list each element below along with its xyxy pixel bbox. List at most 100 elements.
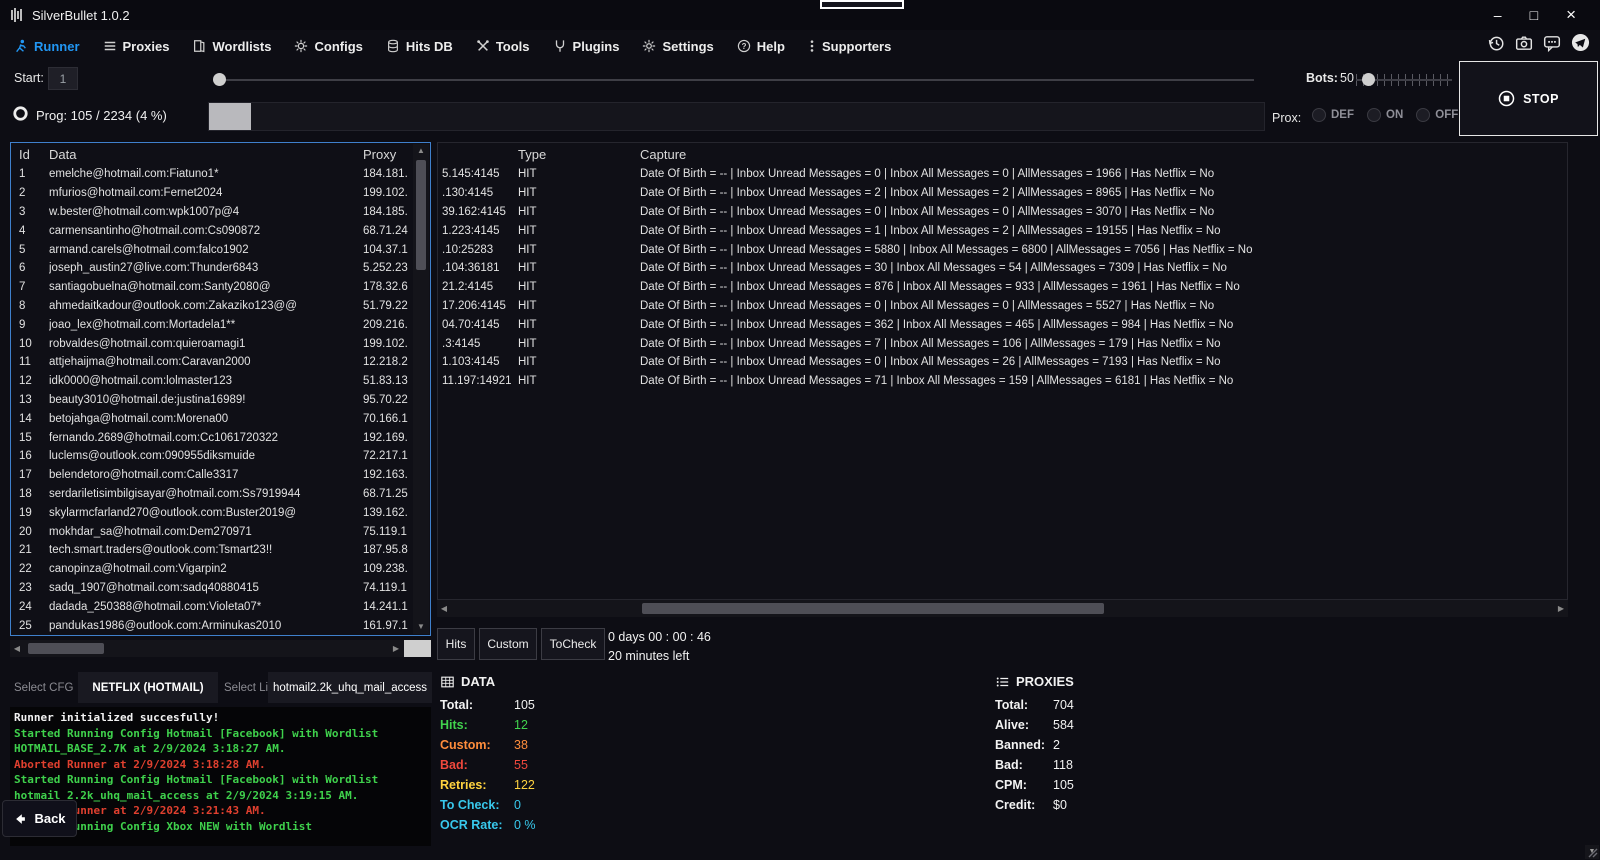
telegram-button[interactable] bbox=[1571, 33, 1590, 52]
resize-grip[interactable] bbox=[1586, 846, 1598, 858]
table-row[interactable]: 18serdariletisimbilgisayar@hotmail.com:S… bbox=[11, 485, 413, 504]
nav-help[interactable]: ? Help bbox=[737, 39, 785, 54]
cell-proxy-tail: 1.223:4145 bbox=[438, 225, 518, 237]
prox-def-toggle[interactable]: DEF bbox=[1312, 108, 1354, 122]
table-row[interactable]: 25pandukas1986@outlook.com:Arminukas2010… bbox=[11, 616, 413, 635]
position-slider[interactable] bbox=[216, 79, 1254, 81]
chat-button[interactable] bbox=[1543, 34, 1561, 52]
table-row[interactable]: 16luclems@outlook.com:090955diksmuide72.… bbox=[11, 447, 413, 466]
position-slider-thumb[interactable] bbox=[213, 73, 226, 86]
hits-tab[interactable]: Hits bbox=[437, 628, 475, 660]
overlay-artifact bbox=[820, 0, 904, 9]
scroll-left-icon[interactable]: ◀ bbox=[10, 640, 24, 657]
table-row[interactable]: .104:36181HITDate Of Birth = -- | Inbox … bbox=[438, 259, 1567, 278]
progress-label: Prog: 105 / 2234 (4 %) bbox=[36, 108, 167, 123]
table-row[interactable]: .10:25283HITDate Of Birth = -- | Inbox U… bbox=[438, 240, 1567, 259]
cell-capture: Date Of Birth = -- | Inbox Unread Messag… bbox=[640, 206, 1567, 218]
table-row[interactable]: 10robvaldes@hotmail.com:quieroamagi1199.… bbox=[11, 334, 413, 353]
table-row[interactable]: 13beauty3010@hotmail.de:justina16989!95.… bbox=[11, 391, 413, 410]
nav-hitsdb[interactable]: Hits DB bbox=[386, 39, 453, 54]
prox-toggle-group: DEF ON OFF bbox=[1312, 108, 1458, 122]
table-row[interactable]: 5.145:4145HITDate Of Birth = -- | Inbox … bbox=[438, 165, 1567, 184]
back-button[interactable]: Back bbox=[2, 800, 77, 837]
results-table-hscrollbar[interactable]: ◀ ▶ bbox=[437, 600, 1568, 617]
config-selector[interactable]: NETFLIX (HOTMAIL) bbox=[78, 672, 218, 703]
scroll-left-icon[interactable]: ◀ bbox=[437, 600, 451, 617]
combo-table-body: 1emelche@hotmail.com:Fiatuno1*184.181.2m… bbox=[11, 165, 413, 635]
history-button[interactable] bbox=[1487, 34, 1505, 52]
table-row[interactable]: 24dadada_250388@hotmail.com:Violeta07*14… bbox=[11, 597, 413, 616]
prox-off-toggle[interactable]: OFF bbox=[1416, 108, 1458, 122]
combo-table-hscrollbar[interactable]: ◀ ▶ bbox=[10, 640, 431, 657]
nav-runner[interactable]: Runner bbox=[14, 39, 80, 54]
prox-on-toggle[interactable]: ON bbox=[1367, 108, 1403, 122]
vscroll-thumb[interactable] bbox=[416, 160, 426, 270]
table-row[interactable]: 5armand.carels@hotmail.com:falco1902104.… bbox=[11, 240, 413, 259]
table-row[interactable]: 11.197:14921HITDate Of Birth = -- | Inbo… bbox=[438, 372, 1567, 391]
custom-tab[interactable]: Custom bbox=[479, 628, 537, 660]
table-row[interactable]: 1emelche@hotmail.com:Fiatuno1*184.181. bbox=[11, 165, 413, 184]
cell-id: 25 bbox=[11, 620, 49, 632]
minimize-button[interactable]: – bbox=[1494, 7, 1502, 23]
table-row[interactable]: 15fernando.2689@hotmail.com:Cc1061720322… bbox=[11, 428, 413, 447]
table-row[interactable]: 20mokhdar_sa@hotmail.com:Dem27097175.119… bbox=[11, 522, 413, 541]
table-row[interactable]: 19skylarmcfarland270@outlook.com:Buster2… bbox=[11, 503, 413, 522]
table-row[interactable]: 04.70:4145HITDate Of Birth = -- | Inbox … bbox=[438, 315, 1567, 334]
col-header-capture: Capture bbox=[640, 147, 1567, 162]
cell-proxy: 209.216. bbox=[363, 319, 413, 331]
nav-tools[interactable]: Tools bbox=[476, 39, 530, 54]
cell-capture: Date Of Birth = -- | Inbox Unread Messag… bbox=[640, 319, 1567, 331]
table-row[interactable]: 11attjehaijma@hotmail.com:Caravan200012.… bbox=[11, 353, 413, 372]
nav-supporters[interactable]: Supporters bbox=[808, 39, 891, 54]
table-row[interactable]: .130:4145HITDate Of Birth = -- | Inbox U… bbox=[438, 184, 1567, 203]
nav-proxies[interactable]: Proxies bbox=[103, 39, 170, 54]
scroll-right-icon[interactable]: ▶ bbox=[1554, 600, 1568, 617]
table-row[interactable]: .3:4145HITDate Of Birth = -- | Inbox Unr… bbox=[438, 334, 1567, 353]
table-row[interactable]: 17.206:4145HITDate Of Birth = -- | Inbox… bbox=[438, 297, 1567, 316]
nav-plugins-label: Plugins bbox=[573, 39, 620, 54]
table-row[interactable]: 1.103:4145HITDate Of Birth = -- | Inbox … bbox=[438, 353, 1567, 372]
start-input[interactable] bbox=[48, 67, 78, 90]
nav-plugins[interactable]: Plugins bbox=[553, 39, 620, 54]
back-arrow-icon bbox=[13, 812, 28, 826]
cell-proxy: 192.169. bbox=[363, 432, 413, 444]
table-row[interactable]: 2mfurios@hotmail.com:Fernet2024199.102. bbox=[11, 184, 413, 203]
stat-value: 704 bbox=[1053, 698, 1074, 712]
table-row[interactable]: 21.2:4145HITDate Of Birth = -- | Inbox U… bbox=[438, 278, 1567, 297]
table-row[interactable]: 21tech.smart.traders@outlook.com:Tsmart2… bbox=[11, 541, 413, 560]
table-row[interactable]: 22canopinza@hotmail.com:Vigarpin2109.238… bbox=[11, 560, 413, 579]
bots-slider-thumb[interactable] bbox=[1362, 73, 1375, 86]
table-row[interactable]: 1.223:4145HITDate Of Birth = -- | Inbox … bbox=[438, 221, 1567, 240]
scroll-up-icon[interactable]: ▲ bbox=[417, 144, 425, 158]
cell-data: idk0000@hotmail.com:lolmaster123 bbox=[49, 375, 363, 387]
wordlist-selector[interactable]: hotmail2.2k_uhq_mail_access bbox=[268, 672, 432, 703]
table-row[interactable]: 17belendetoro@hotmail.com:Calle3317192.1… bbox=[11, 466, 413, 485]
stop-button[interactable]: STOP bbox=[1459, 61, 1598, 136]
table-row[interactable]: 12idk0000@hotmail.com:lolmaster12351.83.… bbox=[11, 372, 413, 391]
table-row[interactable]: 23sadq_1907@hotmail.com:sadq4088041574.1… bbox=[11, 579, 413, 598]
nav-settings[interactable]: Settings bbox=[642, 39, 713, 54]
table-row[interactable]: 9joao_lex@hotmail.com:Mortadela1**209.21… bbox=[11, 315, 413, 334]
hscroll-thumb[interactable] bbox=[642, 603, 1104, 614]
close-button[interactable]: × bbox=[1566, 5, 1576, 25]
prox-label: Prox: bbox=[1272, 111, 1301, 125]
screenshot-button[interactable] bbox=[1515, 34, 1533, 52]
table-row[interactable]: 7santiagobuelna@hotmail.com:Santy2080@17… bbox=[11, 278, 413, 297]
scroll-right-icon[interactable]: ▶ bbox=[389, 640, 403, 657]
table-row[interactable]: 14betojahga@hotmail.com:Morena0070.166.1 bbox=[11, 409, 413, 428]
nav-utility-icons bbox=[1487, 33, 1590, 52]
nav-wordlists[interactable]: Wordlists bbox=[192, 39, 271, 54]
table-row[interactable]: 39.162:4145HITDate Of Birth = -- | Inbox… bbox=[438, 203, 1567, 222]
maximize-button[interactable]: □ bbox=[1530, 7, 1538, 23]
scroll-down-icon[interactable]: ▼ bbox=[417, 620, 425, 634]
table-row[interactable]: 4carmensantinho@hotmail.com:Cs09087268.7… bbox=[11, 221, 413, 240]
tocheck-tab[interactable]: ToCheck bbox=[541, 628, 605, 660]
table-row[interactable]: 6joseph_austin27@live.com:Thunder68435.2… bbox=[11, 259, 413, 278]
table-row[interactable]: 8ahmedaitkadour@outlook.com:Zakaziko123@… bbox=[11, 297, 413, 316]
combo-table-vscrollbar[interactable]: ▲ ▼ bbox=[413, 144, 429, 634]
wordlists-icon bbox=[192, 39, 206, 53]
nav-configs[interactable]: Configs bbox=[294, 39, 362, 54]
table-row[interactable]: 3w.bester@hotmail.com:wpk1007p@4184.185. bbox=[11, 203, 413, 222]
cell-type: HIT bbox=[518, 168, 640, 180]
hscroll-thumb[interactable] bbox=[28, 643, 104, 654]
